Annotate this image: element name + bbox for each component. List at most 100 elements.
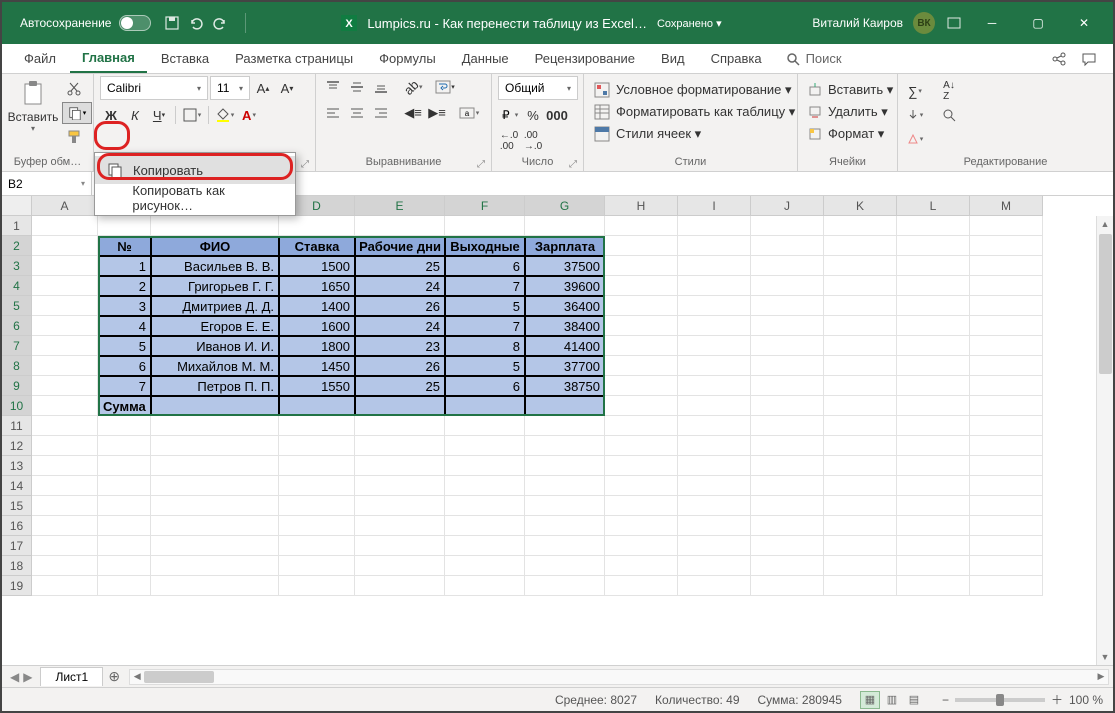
number-format-combo[interactable]: Общий▾ xyxy=(498,76,578,100)
spreadsheet-grid[interactable]: ABCDEFGHIJKLM12№ФИОСтавкаРабочие дниВыхо… xyxy=(2,196,1113,665)
cell-E11[interactable] xyxy=(355,416,445,436)
tab-review[interactable]: Рецензирование xyxy=(523,45,647,73)
align-top-button[interactable] xyxy=(322,76,344,98)
cell-B13[interactable] xyxy=(98,456,151,476)
cell-I17[interactable] xyxy=(678,536,751,556)
row-header-16[interactable]: 16 xyxy=(2,516,32,536)
conditional-format-button[interactable]: Условное форматирование ▾ xyxy=(590,80,796,100)
cell-B10[interactable]: Сумма xyxy=(98,396,151,416)
cell-G18[interactable] xyxy=(525,556,605,576)
cell-H1[interactable] xyxy=(605,216,678,236)
cell-F16[interactable] xyxy=(445,516,525,536)
cell-I19[interactable] xyxy=(678,576,751,596)
cell-J1[interactable] xyxy=(751,216,824,236)
sheet-tab-1[interactable]: Лист1 xyxy=(40,667,103,686)
row-header-10[interactable]: 10 xyxy=(2,396,32,416)
cell-C1[interactable] xyxy=(151,216,279,236)
cell-B9[interactable]: 7 xyxy=(98,376,151,396)
find-select-button[interactable] xyxy=(938,104,960,126)
cell-E12[interactable] xyxy=(355,436,445,456)
cell-A2[interactable] xyxy=(32,236,98,256)
cell-J5[interactable] xyxy=(751,296,824,316)
cell-B16[interactable] xyxy=(98,516,151,536)
cell-J16[interactable] xyxy=(751,516,824,536)
zoom-out-button[interactable]: − xyxy=(942,693,949,707)
cell-M13[interactable] xyxy=(970,456,1043,476)
cell-G15[interactable] xyxy=(525,496,605,516)
cell-B6[interactable]: 4 xyxy=(98,316,151,336)
cell-F17[interactable] xyxy=(445,536,525,556)
ribbon-display-icon[interactable] xyxy=(945,14,963,32)
cell-J9[interactable] xyxy=(751,376,824,396)
cell-I11[interactable] xyxy=(678,416,751,436)
normal-view-button[interactable]: ▦ xyxy=(860,691,880,709)
cell-D5[interactable]: 1400 xyxy=(279,296,355,316)
row-header-3[interactable]: 3 xyxy=(2,256,32,276)
cell-M11[interactable] xyxy=(970,416,1043,436)
format-painter-button[interactable] xyxy=(62,126,86,148)
font-size-combo[interactable]: 11▾ xyxy=(210,76,250,100)
cell-F13[interactable] xyxy=(445,456,525,476)
sheet-nav[interactable]: ◀▶ xyxy=(2,670,40,684)
row-header-18[interactable]: 18 xyxy=(2,556,32,576)
tab-insert[interactable]: Вставка xyxy=(149,45,221,73)
tab-home[interactable]: Главная xyxy=(70,45,147,73)
cell-A10[interactable] xyxy=(32,396,98,416)
cell-I6[interactable] xyxy=(678,316,751,336)
cell-G2[interactable]: Зарплата xyxy=(525,236,605,256)
cell-K17[interactable] xyxy=(824,536,897,556)
cell-H8[interactable] xyxy=(605,356,678,376)
cell-E3[interactable]: 25 xyxy=(355,256,445,276)
zoom-in-button[interactable]: ＋ xyxy=(1051,691,1063,708)
cell-H15[interactable] xyxy=(605,496,678,516)
cell-J19[interactable] xyxy=(751,576,824,596)
cell-H2[interactable] xyxy=(605,236,678,256)
cell-E9[interactable]: 25 xyxy=(355,376,445,396)
cell-J2[interactable] xyxy=(751,236,824,256)
cell-I2[interactable] xyxy=(678,236,751,256)
cell-F6[interactable]: 7 xyxy=(445,316,525,336)
shrink-font-button[interactable]: A▾ xyxy=(276,77,298,99)
cell-D9[interactable]: 1550 xyxy=(279,376,355,396)
cell-J11[interactable] xyxy=(751,416,824,436)
search-box[interactable]: Поиск xyxy=(776,51,852,66)
tab-data[interactable]: Данные xyxy=(450,45,521,73)
cell-G9[interactable]: 38750 xyxy=(525,376,605,396)
borders-button[interactable] xyxy=(181,104,203,126)
cell-L17[interactable] xyxy=(897,536,970,556)
cell-H5[interactable] xyxy=(605,296,678,316)
cell-D10[interactable] xyxy=(279,396,355,416)
row-header-1[interactable]: 1 xyxy=(2,216,32,236)
undo-icon[interactable] xyxy=(187,14,205,32)
cell-D13[interactable] xyxy=(279,456,355,476)
save-icon[interactable] xyxy=(163,14,181,32)
cell-I15[interactable] xyxy=(678,496,751,516)
cell-E7[interactable]: 23 xyxy=(355,336,445,356)
cell-J14[interactable] xyxy=(751,476,824,496)
cell-M2[interactable] xyxy=(970,236,1043,256)
cell-G12[interactable] xyxy=(525,436,605,456)
cell-E10[interactable] xyxy=(355,396,445,416)
copy-menu-item[interactable]: Копировать xyxy=(95,156,295,184)
cell-A19[interactable] xyxy=(32,576,98,596)
percent-format-button[interactable]: % xyxy=(522,104,544,126)
cell-K5[interactable] xyxy=(824,296,897,316)
page-layout-view-button[interactable]: ▥ xyxy=(882,691,902,709)
cell-G4[interactable]: 39600 xyxy=(525,276,605,296)
cell-D17[interactable] xyxy=(279,536,355,556)
cell-F4[interactable]: 7 xyxy=(445,276,525,296)
maximize-button[interactable]: ▢ xyxy=(1015,2,1061,44)
cell-M15[interactable] xyxy=(970,496,1043,516)
cell-A6[interactable] xyxy=(32,316,98,336)
cell-D16[interactable] xyxy=(279,516,355,536)
document-saved-state[interactable]: Сохранено ▾ xyxy=(657,17,722,30)
cell-I16[interactable] xyxy=(678,516,751,536)
cell-F9[interactable]: 6 xyxy=(445,376,525,396)
cell-J4[interactable] xyxy=(751,276,824,296)
cell-D14[interactable] xyxy=(279,476,355,496)
cell-A15[interactable] xyxy=(32,496,98,516)
col-header-A[interactable]: A xyxy=(32,196,98,216)
cell-L9[interactable] xyxy=(897,376,970,396)
cell-L5[interactable] xyxy=(897,296,970,316)
cell-I10[interactable] xyxy=(678,396,751,416)
